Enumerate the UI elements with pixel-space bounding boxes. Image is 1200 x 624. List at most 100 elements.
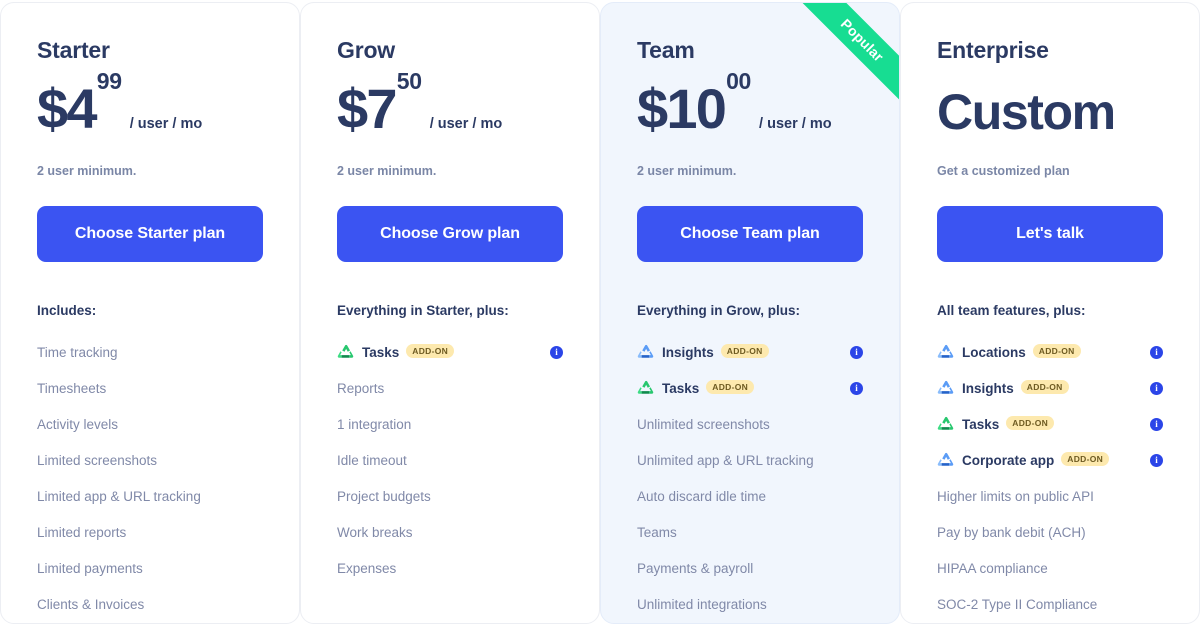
info-icon[interactable]: i bbox=[1150, 417, 1163, 431]
feature-item: Insights ADD-ON i bbox=[937, 370, 1163, 406]
choose-plan-button[interactable]: Choose Grow plan bbox=[337, 206, 563, 262]
feature-label: Activity levels bbox=[37, 416, 119, 432]
feature-item: Payments & payroll bbox=[637, 550, 863, 586]
feature-item: Timesheets bbox=[37, 370, 263, 406]
feature-label: Payments & payroll bbox=[637, 560, 754, 576]
feature-label: Unlimited integrations bbox=[637, 596, 767, 612]
price-note: 2 user minimum. bbox=[37, 164, 137, 178]
feature-item: Higher limits on public API bbox=[937, 478, 1163, 514]
feature-item: Corporate app ADD-ON i bbox=[937, 442, 1163, 478]
feature-label: Insights bbox=[662, 344, 714, 360]
choose-plan-button[interactable]: Choose Starter plan bbox=[37, 206, 263, 262]
choose-plan-button[interactable]: Let's talk bbox=[937, 206, 1163, 262]
feature-label: 1 integration bbox=[337, 416, 412, 432]
corporate-app-logo-icon bbox=[937, 452, 954, 469]
feature-label: Tasks bbox=[962, 416, 1000, 432]
price-amount: $1000 bbox=[637, 69, 751, 137]
feature-list: Locations ADD-ON i Insights ADD-ON i Tasks ADD-… bbox=[937, 334, 1163, 622]
feature-label: Work breaks bbox=[337, 524, 413, 540]
plan-name: Enterprise bbox=[937, 37, 1049, 63]
feature-label: Insights bbox=[962, 380, 1014, 396]
price-unit: / user / mo bbox=[429, 116, 503, 132]
feature-list: Insights ADD-ON i Tasks ADD-ON i Unlimited scr… bbox=[637, 334, 863, 622]
plan-card-team: Popular Team $1000/ user / mo 2 user minimu… bbox=[600, 2, 900, 624]
price-cents: 00 bbox=[726, 67, 752, 94]
feature-label: Time tracking bbox=[37, 344, 118, 360]
pricing-plans-grid: Starter $499 / user / mo 2 user minimum. Cho… bbox=[0, 0, 1200, 624]
feature-label: Unlimited app & URL tracking bbox=[637, 452, 814, 468]
price-amount: $750 bbox=[337, 69, 422, 137]
feature-list: Tasks ADD-ON i Reports 1 integration Idle tim… bbox=[337, 334, 563, 586]
info-icon[interactable]: i bbox=[1150, 381, 1163, 395]
locations-logo-icon bbox=[937, 344, 954, 361]
feature-label: Tasks bbox=[662, 380, 700, 396]
price-whole: 4 bbox=[66, 77, 97, 141]
addon-badge: ADD-ON bbox=[1032, 343, 1081, 359]
info-icon[interactable]: i bbox=[550, 345, 563, 359]
feature-label: Clients & Invoices bbox=[37, 596, 145, 612]
feature-item: HIPAA compliance bbox=[937, 550, 1163, 586]
feature-item: 1 integration bbox=[337, 406, 563, 442]
feature-label: Limited screenshots bbox=[37, 452, 158, 468]
insights-logo-icon bbox=[637, 344, 654, 361]
price-symbol: $ bbox=[37, 77, 68, 141]
feature-item: Unlimited app & URL tracking bbox=[637, 442, 863, 478]
feature-item: Reports bbox=[337, 370, 563, 406]
feature-item: Time tracking bbox=[37, 334, 263, 370]
plan-price: $750 / user / mo bbox=[337, 69, 563, 137]
feature-label: Limited reports bbox=[37, 524, 127, 540]
feature-item: Activity levels bbox=[37, 406, 263, 442]
feature-item: Unlimited integrations bbox=[637, 586, 863, 622]
feature-item: Tasks ADD-ON i bbox=[937, 406, 1163, 442]
feature-label: Reports bbox=[337, 380, 385, 396]
price-symbol: $ bbox=[337, 77, 368, 141]
addon-badge: ADD-ON bbox=[1061, 451, 1110, 467]
tasks-logo-icon bbox=[937, 416, 954, 433]
feature-label: Pay by bank debit (ACH) bbox=[937, 524, 1086, 540]
info-icon[interactable]: i bbox=[850, 381, 863, 395]
price-whole: 7 bbox=[366, 77, 397, 141]
feature-label: Idle timeout bbox=[337, 452, 407, 468]
features-heading: All team features, plus: bbox=[937, 303, 1086, 318]
price-unit: / user / mo bbox=[129, 116, 203, 132]
plan-card-grow: Grow $750 / user / mo 2 user minimum. Choose… bbox=[300, 2, 600, 624]
features-heading: Everything in Starter, plus: bbox=[337, 303, 509, 318]
info-icon[interactable]: i bbox=[850, 345, 863, 359]
feature-item: Unlimited screenshots bbox=[637, 406, 863, 442]
info-icon[interactable]: i bbox=[1150, 345, 1163, 359]
feature-label: Higher limits on public API bbox=[937, 488, 1094, 504]
plan-name: Grow bbox=[337, 37, 395, 63]
tasks-logo-icon bbox=[337, 344, 354, 361]
feature-label: Expenses bbox=[337, 560, 397, 576]
price-symbol: $ bbox=[637, 77, 668, 141]
feature-item: Limited reports bbox=[37, 514, 263, 550]
feature-label: Tasks bbox=[362, 344, 400, 360]
info-icon[interactable]: i bbox=[1150, 453, 1163, 467]
feature-item: Clients & Invoices bbox=[37, 586, 263, 622]
feature-item: SOC-2 Type II Compliance bbox=[937, 586, 1163, 622]
price-whole: 10 bbox=[666, 77, 726, 141]
feature-label: Unlimited screenshots bbox=[637, 416, 770, 432]
plan-price: Custom bbox=[937, 78, 1163, 140]
price-amount: $499 bbox=[37, 69, 122, 137]
features-heading: Everything in Grow, plus: bbox=[637, 303, 801, 318]
feature-label: Limited payments bbox=[37, 560, 143, 576]
addon-badge: ADD-ON bbox=[706, 379, 755, 395]
feature-label: Timesheets bbox=[37, 380, 107, 396]
feature-item: Limited payments bbox=[37, 550, 263, 586]
feature-item: Expenses bbox=[337, 550, 563, 586]
feature-label: HIPAA compliance bbox=[937, 560, 1048, 576]
feature-label: Corporate app bbox=[962, 452, 1055, 468]
price-amount: Custom bbox=[937, 84, 1116, 140]
feature-list: Time tracking Timesheets Activity levels Li… bbox=[37, 334, 263, 622]
feature-item: Insights ADD-ON i bbox=[637, 334, 863, 370]
price-note: 2 user minimum. bbox=[637, 164, 737, 178]
feature-label: Auto discard idle time bbox=[637, 488, 767, 504]
feature-label: SOC-2 Type II Compliance bbox=[937, 596, 1098, 612]
feature-item: Limited app & URL tracking bbox=[37, 478, 263, 514]
addon-badge: ADD-ON bbox=[1006, 415, 1055, 431]
insights-logo-icon bbox=[937, 380, 954, 397]
feature-label: Limited app & URL tracking bbox=[37, 488, 201, 504]
feature-item: Tasks ADD-ON i bbox=[337, 334, 563, 370]
choose-plan-button[interactable]: Choose Team plan bbox=[637, 206, 863, 262]
